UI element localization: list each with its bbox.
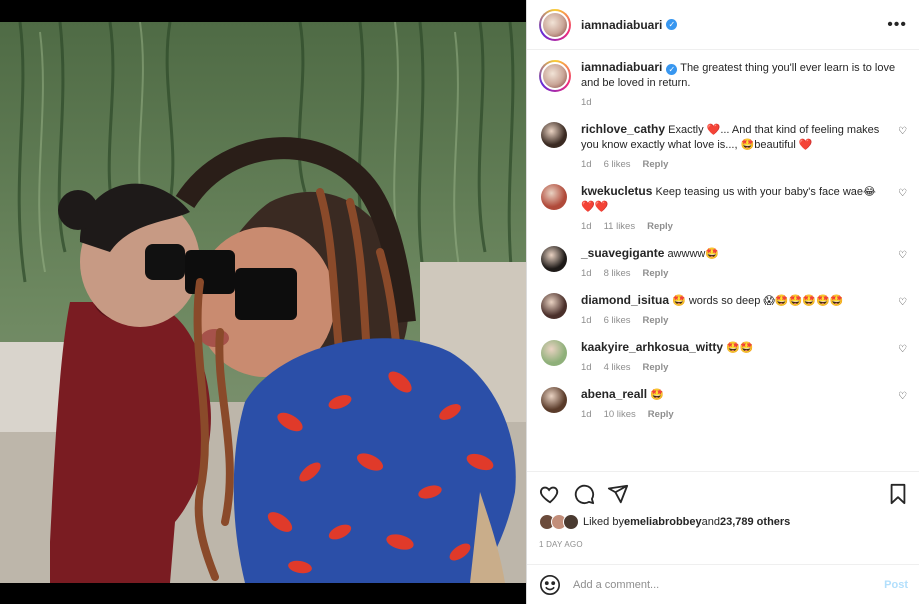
commenter-avatar[interactable] [541,293,567,319]
commenter-avatar[interactable] [541,387,567,413]
liker-avatars [539,514,581,530]
comments-list[interactable]: iamnadiabuari ✓ The greatest thing you'll… [527,50,919,471]
likes-summary: Liked by emeliabrobbey and 23,789 others [539,514,908,530]
reply-button[interactable]: Reply [643,159,669,170]
comment-item: kaakyire_arhkosua_witty 🤩🤩 1d 4 likes Reply… [539,340,907,373]
reply-button[interactable]: Reply [643,315,669,326]
verified-badge-icon: ✓ [666,19,678,30]
comment-item: _suavegigante awwww🤩 1d 8 likes Reply ♡ [539,246,907,279]
comment-icon[interactable] [573,483,595,505]
comment-likes[interactable]: 4 likes [604,362,631,373]
comment-likes[interactable]: 6 likes [604,315,631,326]
comment-likes[interactable]: 8 likes [604,268,631,279]
comment-likes[interactable]: 6 likes [604,159,631,170]
comment-item: diamond_isitua 🤩 words so deep 😱🤩🤩🤩🤩🤩 1d 6… [539,293,907,326]
comment-like-heart-icon[interactable]: ♡ [898,250,907,261]
smiley-icon[interactable] [539,574,561,596]
comment-username[interactable]: richlove_cathy [581,122,665,136]
comment-time[interactable]: 1d [581,221,592,232]
comment-time[interactable]: 1d [581,268,592,279]
comment-like-heart-icon[interactable]: ♡ [898,344,907,355]
comment-time[interactable]: 1d [581,362,592,373]
comment-text: 🤩 [650,389,664,401]
caption-time[interactable]: 1d [581,97,592,108]
comment-likes[interactable]: 10 likes [604,409,636,420]
comment-like-heart-icon[interactable]: ♡ [898,391,907,402]
comment-item: richlove_cathy Exactly ❤️... And that ki… [539,122,907,170]
instagram-post-view: iamnadiabuari ✓ ••• iamnadiabuari ✓ The g… [0,0,919,604]
add-comment-bar: Post [527,564,919,604]
author-avatar[interactable] [539,8,571,41]
caption-avatar[interactable] [539,60,571,92]
comment-username[interactable]: _suavegigante [581,246,664,260]
action-icon-row [539,482,908,506]
comment-text: awwww🤩 [667,248,720,260]
reply-button[interactable]: Reply [643,268,669,279]
likes-middle: and [701,516,720,528]
comment-text: 🤩🤩 [726,342,754,354]
comment-like-heart-icon[interactable]: ♡ [898,188,907,199]
commenter-avatar[interactable] [541,340,567,366]
commenter-avatar[interactable] [541,184,567,210]
bookmark-icon[interactable] [888,483,908,505]
comment-item: kwekucletus Keep teasing us with your ba… [539,184,907,232]
photo-illustration [0,22,526,583]
comment-time[interactable]: 1d [581,159,592,170]
comment-time[interactable]: 1d [581,315,592,326]
comment-item: abena_reall 🤩 1d 10 likes Reply ♡ [539,387,907,420]
post-comment-button[interactable]: Post [884,579,908,591]
heart-icon[interactable] [539,483,561,505]
comment-like-heart-icon[interactable]: ♡ [898,126,907,137]
post-header: iamnadiabuari ✓ ••• [527,0,919,50]
comment-username[interactable]: kaakyire_arhkosua_witty [581,340,723,354]
comment-like-heart-icon[interactable]: ♡ [898,297,907,308]
comment-time[interactable]: 1d [581,409,592,420]
comment-text: 🤩 words so deep 😱🤩🤩🤩🤩🤩 [672,295,844,307]
likes-count[interactable]: 23,789 others [720,516,790,528]
commenter-avatar[interactable] [541,246,567,272]
post-caption: iamnadiabuari ✓ The greatest thing you'll… [539,60,907,108]
share-icon[interactable] [607,483,629,505]
post-actions: Liked by emeliabrobbey and 23,789 others… [527,471,919,549]
verified-badge-icon: ✓ [666,64,678,75]
comment-username[interactable]: diamond_isitua [581,293,669,307]
reply-button[interactable]: Reply [643,362,669,373]
post-timestamp[interactable]: 1 DAY AGO [539,540,908,549]
likes-prefix: Liked by [583,516,624,528]
post-side-panel: iamnadiabuari ✓ ••• iamnadiabuari ✓ The g… [526,0,919,604]
comment-thread: richlove_cathy Exactly ❤️... And that ki… [539,122,907,420]
reply-button[interactable]: Reply [647,221,673,232]
comment-username[interactable]: kwekucletus [581,184,652,198]
comment-likes[interactable]: 11 likes [604,221,636,232]
author-username[interactable]: iamnadiabuari [581,18,662,32]
likes-user[interactable]: emeliabrobbey [624,516,702,528]
comment-input[interactable] [573,578,885,591]
caption-username[interactable]: iamnadiabuari [581,60,662,74]
post-photo[interactable] [0,22,526,583]
more-horizontal-icon[interactable]: ••• [887,16,907,34]
post-media [0,0,526,604]
comment-username[interactable]: abena_reall [581,387,647,401]
commenter-avatar[interactable] [541,122,567,148]
reply-button[interactable]: Reply [648,409,674,420]
